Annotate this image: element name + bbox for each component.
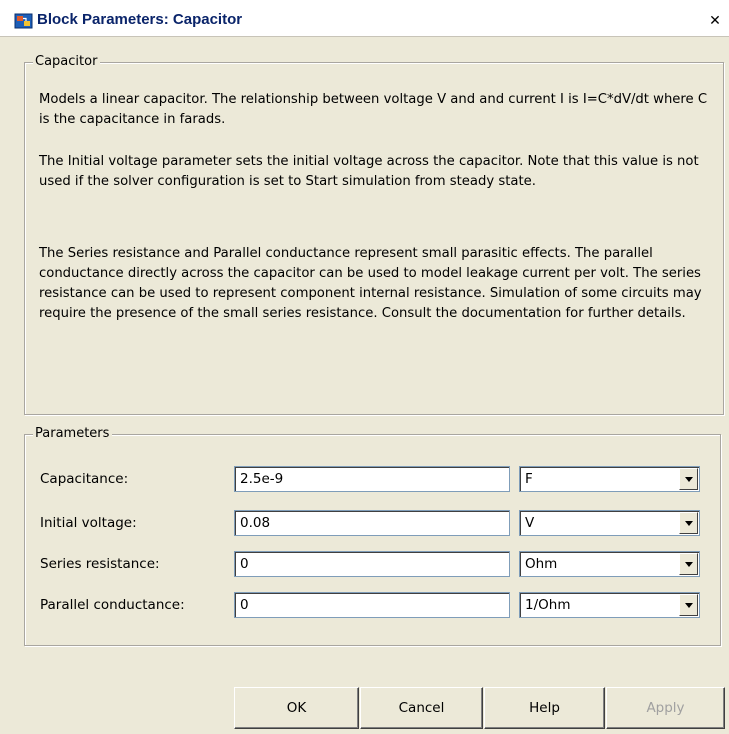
initial-voltage-label: Initial voltage: [40,515,137,531]
series-resistance-unit-value: Ohm [525,556,558,572]
chevron-down-icon[interactable] [679,468,698,490]
description-group-legend: Capacitor [33,54,101,70]
description-paragraph-3: The Series resistance and Parallel condu… [39,246,702,321]
parallel-conductance-unit-select[interactable]: 1/Ohm [519,592,700,618]
initial-voltage-unit-select[interactable]: V [519,510,700,536]
apply-button[interactable]: Apply [606,687,725,729]
window-title: Block Parameters: Capacitor [37,11,243,28]
simulink-block-icon [14,12,34,30]
help-button[interactable]: Help [484,687,605,729]
close-icon[interactable]: ✕ [705,12,725,31]
parallel-conductance-input[interactable]: 0 [234,592,510,618]
capacitance-input[interactable]: 2.5e-9 [234,466,510,492]
series-resistance-unit-select[interactable]: Ohm [519,551,700,577]
series-resistance-label: Series resistance: [40,556,160,572]
chevron-down-icon[interactable] [679,594,698,616]
capacitance-label: Capacitance: [40,471,129,487]
initial-voltage-input[interactable]: 0.08 [234,510,510,536]
chevron-down-icon[interactable] [679,553,698,575]
capacitance-unit-value: F [525,471,533,487]
ok-button[interactable]: OK [234,687,359,729]
cancel-button[interactable]: Cancel [360,687,483,729]
parallel-conductance-label: Parallel conductance: [40,597,185,613]
parallel-conductance-unit-value: 1/Ohm [525,597,571,613]
initial-voltage-unit-value: V [525,515,535,531]
description-paragraph-1: Models a linear capacitor. The relations… [39,92,708,127]
description-group: Capacitor Models a linear capacitor. The… [24,54,724,415]
title-bar[interactable]: Block Parameters: Capacitor ✕ [0,0,729,37]
parameters-group-legend: Parameters [33,426,113,442]
parameters-group: Parameters Capacitance: 2.5e-9 F Initial… [24,426,721,646]
capacitance-unit-select[interactable]: F [519,466,700,492]
block-parameters-dialog: Block Parameters: Capacitor ✕ Capacitor … [0,0,729,734]
series-resistance-input[interactable]: 0 [234,551,510,577]
chevron-down-icon[interactable] [679,512,698,534]
description-paragraph-2: The Initial voltage parameter sets the i… [39,154,699,189]
